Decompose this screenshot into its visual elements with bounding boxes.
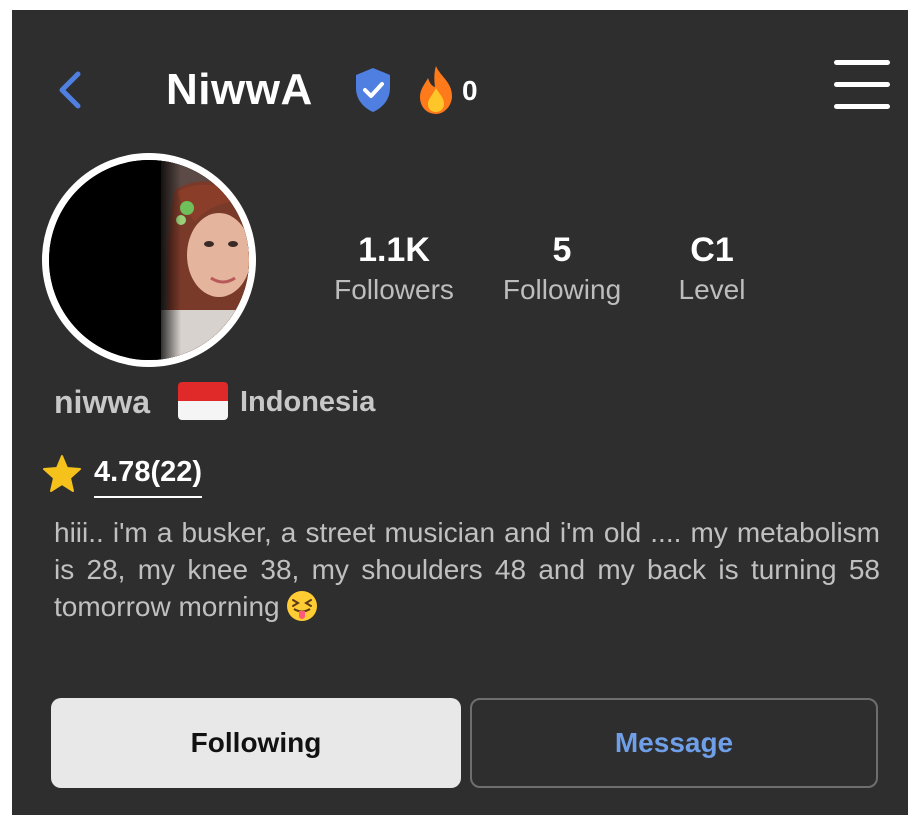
level-label: Level	[678, 274, 746, 305]
country-label: Indonesia	[240, 386, 376, 418]
profile-title: NiwwA	[166, 65, 313, 114]
message-button[interactable]: Message	[470, 698, 878, 788]
fire-count: 0	[462, 75, 478, 106]
stat-level[interactable]: C1 Level	[652, 228, 772, 308]
rating-link[interactable]: 4.78(22)	[94, 450, 203, 498]
bio-text: hiii.. i'm a busker, a street musician a…	[54, 514, 880, 625]
tongue-out-emoji-icon	[286, 590, 318, 622]
verified-shield-icon	[352, 66, 394, 114]
back-button[interactable]	[52, 62, 92, 118]
followers-label: Followers	[334, 274, 454, 305]
following-button[interactable]: Following	[51, 698, 461, 788]
level-value: C1	[690, 231, 734, 269]
fire-icon	[414, 64, 458, 116]
stat-followers[interactable]: 1.1K Followers	[324, 228, 464, 308]
following-label: Following	[502, 274, 622, 305]
bio-content: hiii.. i'm a busker, a street musician a…	[54, 517, 880, 622]
username: niwwa	[54, 384, 151, 420]
message-button-label: Message	[614, 727, 734, 758]
avatar[interactable]	[42, 153, 256, 367]
star-icon	[42, 454, 82, 494]
profile-photo	[49, 160, 249, 360]
indonesia-flag-icon	[178, 382, 228, 420]
menu-button[interactable]	[834, 60, 892, 114]
stat-following[interactable]: 5 Following	[492, 228, 632, 308]
profile-screen: NiwwA 0 1.1K Followers 5 Following C1 Le…	[12, 10, 908, 815]
following-count: 5	[552, 231, 572, 269]
chevron-left-icon	[59, 71, 81, 109]
followers-count: 1.1K	[358, 231, 430, 269]
following-button-label: Following	[190, 727, 322, 758]
